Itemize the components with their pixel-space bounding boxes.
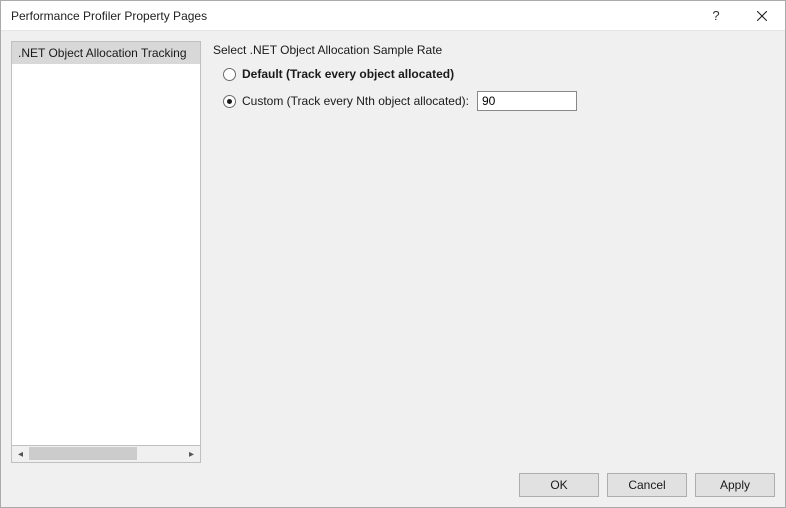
sidebar-horizontal-scrollbar[interactable]: ◂ ▸ (11, 446, 201, 463)
close-icon (757, 11, 767, 21)
dialog-title: Performance Profiler Property Pages (11, 9, 693, 23)
option-default-row[interactable]: Default (Track every object allocated) (223, 67, 771, 81)
radio-custom[interactable] (223, 95, 236, 108)
close-button[interactable] (739, 1, 785, 31)
sidebar-list[interactable]: .NET Object Allocation Tracking (11, 41, 201, 446)
dialog-body: .NET Object Allocation Tracking ◂ ▸ Sele… (1, 31, 785, 463)
sidebar-item-net-object-allocation-tracking[interactable]: .NET Object Allocation Tracking (12, 42, 200, 64)
chevron-left-icon: ◂ (18, 449, 23, 460)
radio-default[interactable] (223, 68, 236, 81)
ok-button[interactable]: OK (519, 473, 599, 497)
sidebar: .NET Object Allocation Tracking ◂ ▸ (11, 41, 201, 463)
radio-default-label: Default (Track every object allocated) (242, 67, 454, 81)
chevron-right-icon: ▸ (189, 449, 194, 460)
help-icon: ? (712, 8, 719, 23)
scroll-thumb[interactable] (29, 447, 137, 460)
ok-button-label: OK (550, 478, 567, 492)
dialog-window: Performance Profiler Property Pages ? .N… (0, 0, 786, 508)
scroll-right-button[interactable]: ▸ (183, 446, 200, 462)
scroll-left-button[interactable]: ◂ (12, 446, 29, 462)
radio-dot-icon (227, 99, 232, 104)
apply-button[interactable]: Apply (695, 473, 775, 497)
option-custom-row[interactable]: Custom (Track every Nth object allocated… (223, 91, 771, 111)
custom-nth-input[interactable] (477, 91, 577, 111)
cancel-button-label: Cancel (628, 478, 665, 492)
dialog-footer: OK Cancel Apply (1, 463, 785, 507)
sidebar-item-label: .NET Object Allocation Tracking (18, 46, 187, 60)
section-heading: Select .NET Object Allocation Sample Rat… (213, 43, 771, 57)
scroll-track[interactable] (29, 446, 183, 462)
main-panel: Select .NET Object Allocation Sample Rat… (209, 41, 775, 463)
apply-button-label: Apply (720, 478, 750, 492)
titlebar: Performance Profiler Property Pages ? (1, 1, 785, 31)
radio-custom-label: Custom (Track every Nth object allocated… (242, 94, 469, 108)
help-button[interactable]: ? (693, 1, 739, 31)
cancel-button[interactable]: Cancel (607, 473, 687, 497)
